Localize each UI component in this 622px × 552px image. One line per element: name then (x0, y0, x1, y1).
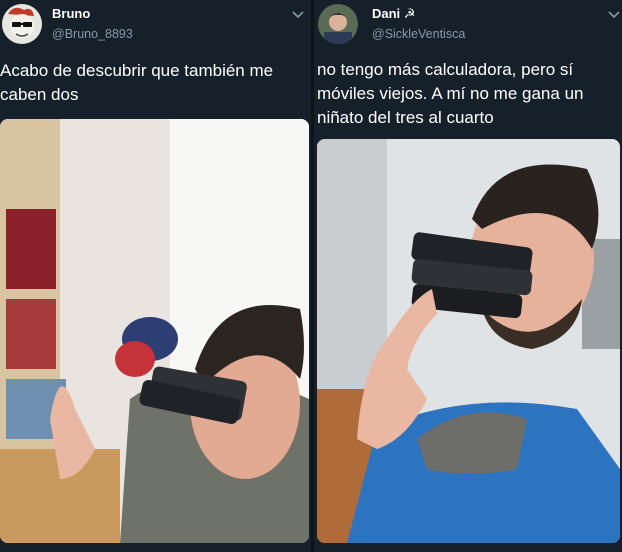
avatar-sunglasses-icon (2, 4, 42, 44)
selfie-photo-scene (0, 119, 309, 543)
avatar[interactable] (2, 4, 42, 44)
user-handle[interactable]: @Bruno_8893 (52, 27, 133, 41)
avatar-photo-icon (318, 4, 358, 44)
display-name-text: Dani (372, 6, 401, 21)
avatar[interactable] (318, 4, 358, 44)
tweet-text-line: móviles viejos. A mí no me gana un (317, 84, 584, 103)
tweet-photo[interactable] (317, 139, 620, 543)
tweet-text-line: no tengo más calculadora, pero sí (317, 60, 574, 79)
chevron-down-icon[interactable] (608, 6, 622, 19)
selfie-photo-scene (317, 139, 620, 543)
tweet-photo[interactable] (0, 119, 309, 543)
tweet-card-left: Bruno @Bruno_8893 Acabo de descubrir que… (0, 0, 311, 552)
chevron-down-icon[interactable] (292, 6, 306, 19)
tweet-text: Acabo de descubrir que también me caben … (0, 59, 311, 107)
tweet-text-line: niñato del tres al cuarto (317, 108, 494, 127)
display-name[interactable]: Bruno (52, 6, 90, 21)
user-handle[interactable]: @SickleVentisca (372, 27, 465, 41)
hammer-sickle-icon: ☭ (403, 6, 416, 21)
tweet-text-line: Acabo de descubrir que también me (0, 61, 274, 80)
tweet-text-line: caben dos (0, 85, 79, 104)
tweet-card-right: Dani ☭ @SickleVentisca no tengo más calc… (314, 0, 622, 552)
tweet-text: no tengo más calculadora, pero sí móvile… (317, 58, 622, 130)
display-name[interactable]: Dani ☭ (372, 6, 415, 22)
